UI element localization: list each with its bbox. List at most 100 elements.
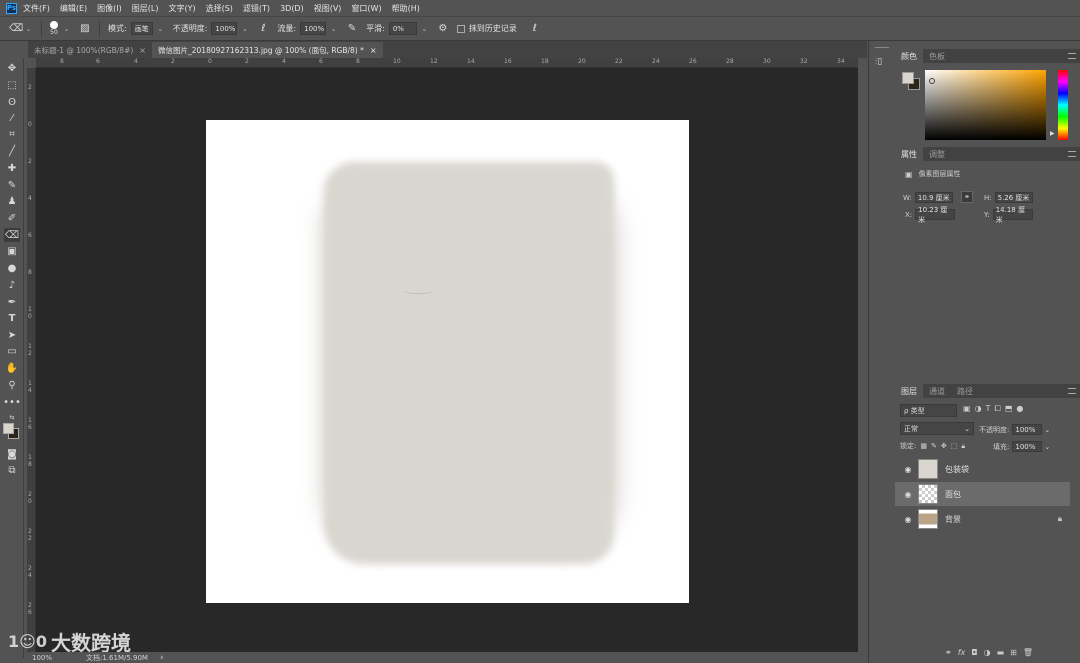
brush-preset-picker[interactable]: 50 [50, 21, 58, 36]
flow-field[interactable]: 100% [300, 22, 327, 35]
lock-pixels-icon[interactable]: ✎ [931, 442, 937, 450]
filter-smart-object-icon[interactable]: ⬒ [1005, 404, 1013, 414]
healing-brush-tool-icon[interactable]: ✚ [4, 161, 20, 175]
brush-tool-icon[interactable]: ✎ [4, 178, 20, 192]
adjustment-layer-icon[interactable]: ◑ [984, 648, 991, 657]
opacity-dropdown[interactable]: ⌄ [240, 22, 249, 35]
foreground-color-chip-front[interactable] [902, 72, 914, 84]
collapse-handle[interactable] [875, 47, 889, 51]
pressure-opacity-icon[interactable]: ℓ [257, 23, 269, 35]
opacity-field[interactable]: 100% [211, 22, 238, 35]
lock-transparent-icon[interactable]: ▦ [920, 442, 927, 450]
chevron-down-icon[interactable]: ⌄ [1044, 426, 1050, 434]
color-picker-cursor[interactable] [929, 78, 935, 84]
hue-slider[interactable] [1058, 70, 1068, 140]
layer-name[interactable]: 背景 [945, 514, 961, 525]
layer-row[interactable]: ◉ 背景 🔒︎ [895, 507, 1070, 531]
menu-type[interactable]: 文字(Y) [168, 3, 195, 14]
link-layers-icon[interactable]: ⚭ [945, 648, 952, 657]
tab-color[interactable]: 颜色 [895, 49, 923, 63]
layer-name[interactable]: 包装袋 [945, 464, 969, 475]
tab-properties[interactable]: 属性 [895, 147, 923, 161]
tab-layers[interactable]: 图层 [895, 384, 923, 398]
eye-icon[interactable]: ◉ [901, 490, 915, 499]
tab-paths[interactable]: 路径 [951, 384, 979, 398]
pressure-size-icon[interactable]: ℓ [529, 23, 541, 35]
flow-dropdown[interactable]: ⌄ [329, 22, 338, 35]
swap-colors-icon[interactable]: ⇆ [4, 410, 20, 424]
zoom-tool-icon[interactable]: ⚲ [4, 378, 20, 392]
more-tools-icon[interactable]: ••• [3, 395, 21, 409]
layer-style-button[interactable]: fx [958, 648, 966, 657]
lock-all-icon[interactable]: 🔒︎ [961, 442, 965, 451]
mode-select[interactable]: 画笔 [130, 22, 153, 35]
hand-tool-icon[interactable]: ✋ [4, 361, 20, 375]
group-folder-icon[interactable]: ▬ [997, 648, 1005, 657]
menu-help[interactable]: 帮助(H) [392, 3, 420, 14]
eraser-tool-preset-icon[interactable]: ⌫ [9, 23, 23, 35]
eye-icon[interactable]: ◉ [901, 515, 915, 524]
eraser-tool-icon[interactable]: ⌫ [4, 228, 20, 242]
airbrush-icon[interactable]: ✎ [346, 23, 358, 35]
brush-preset-dropdown[interactable]: ⌄ [62, 22, 71, 35]
foreground-color-swatch[interactable] [3, 423, 14, 434]
menu-file[interactable]: 文件(F) [23, 3, 50, 14]
menu-edit[interactable]: 编辑(E) [60, 3, 87, 14]
filter-shape-icon[interactable]: ⧠ [994, 404, 1000, 414]
status-menu-arrow[interactable]: › [160, 653, 164, 663]
add-mask-icon[interactable]: ◘ [971, 648, 977, 657]
menu-3d[interactable]: 3D(D) [280, 4, 304, 13]
pen-tool-icon[interactable]: ✒ [4, 295, 20, 309]
panel-menu-icon[interactable] [1068, 53, 1076, 59]
link-dimensions-icon[interactable]: ⚭ [961, 191, 973, 203]
filter-adjustment-icon[interactable]: ◑ [975, 404, 982, 414]
menu-view[interactable]: 视图(V) [314, 3, 342, 14]
tool-preset-dropdown[interactable]: ⌄ [24, 22, 33, 35]
ruler-horizontal[interactable]: 8 6 4 2 0 2 4 6 8 10 12 14 16 18 20 22 2… [36, 58, 858, 68]
lock-position-icon[interactable]: ✥ [941, 442, 947, 450]
close-icon[interactable]: × [370, 46, 377, 55]
document-canvas[interactable] [206, 120, 689, 603]
color-picker-field[interactable] [925, 70, 1046, 140]
canvas-workspace[interactable] [36, 68, 858, 652]
menu-image[interactable]: 图像(I) [97, 3, 122, 14]
tab-swatches[interactable]: 色板 [923, 49, 951, 63]
path-selection-tool-icon[interactable]: ➤ [4, 328, 20, 342]
lock-artboard-icon[interactable]: ⬚ [951, 442, 958, 450]
x-field[interactable]: 10.23 厘米 [915, 206, 956, 224]
marquee-tool-icon[interactable]: ⬚ [4, 78, 20, 92]
layer-filter-select[interactable]: ρ 类型 [900, 404, 957, 417]
tab-wechat-image[interactable]: 微信图片_20180927162313.jpg @ 100% (面包, RGB/… [152, 42, 383, 58]
history-checkbox[interactable] [456, 24, 465, 33]
layer-name[interactable]: 面包 [945, 489, 961, 500]
panel-menu-icon[interactable] [1068, 151, 1076, 157]
filter-toggle-icon[interactable]: ● [1016, 404, 1023, 414]
lasso-tool-icon[interactable]: ʘ [4, 95, 20, 109]
panel-menu-icon[interactable] [1068, 388, 1076, 394]
ruler-vertical[interactable]: 2 0 2 4 6 8 1 0 1 2 1 4 1 6 1 8 2 0 2 2 … [27, 68, 36, 652]
zoom-level[interactable]: 100% [32, 654, 72, 662]
clone-stamp-tool-icon[interactable]: ♟ [4, 194, 20, 208]
mode-dropdown[interactable]: ⌄ [156, 22, 165, 35]
gradient-tool-icon[interactable]: ▣ [4, 244, 20, 258]
history-brush-tool-icon[interactable]: ✐ [4, 211, 20, 225]
eye-icon[interactable]: ◉ [901, 465, 915, 474]
menu-filter[interactable]: 滤镜(T) [243, 3, 270, 14]
close-icon[interactable]: × [139, 46, 146, 55]
blend-mode-select[interactable]: 正常 ⌄ [900, 422, 974, 435]
layer-row[interactable]: ◉ 包装袋 [895, 457, 1070, 481]
type-tool-icon[interactable]: T [4, 311, 20, 325]
layer-row[interactable]: ◉ 面包 [895, 482, 1070, 506]
eyedropper-tool-icon[interactable]: ╱ [4, 144, 20, 158]
filter-pixel-icon[interactable]: ▣ [963, 404, 971, 414]
brush-settings-icon[interactable]: ▨ [79, 23, 91, 35]
menu-select[interactable]: 选择(S) [206, 3, 233, 14]
new-layer-icon[interactable]: ⊞ [1010, 648, 1017, 657]
blur-tool-icon[interactable]: ● [4, 261, 20, 275]
tab-untitled[interactable]: 未标题-1 @ 100%(RGB/8#) × [28, 42, 152, 58]
magic-wand-tool-icon[interactable]: ⁄ [4, 111, 20, 125]
rectangle-tool-icon[interactable]: ▭ [4, 344, 20, 358]
height-field[interactable]: 5.26 厘米 [994, 192, 1033, 203]
tab-adjustments[interactable]: 调整 [923, 147, 951, 161]
gear-icon[interactable]: ⚙ [437, 23, 449, 35]
